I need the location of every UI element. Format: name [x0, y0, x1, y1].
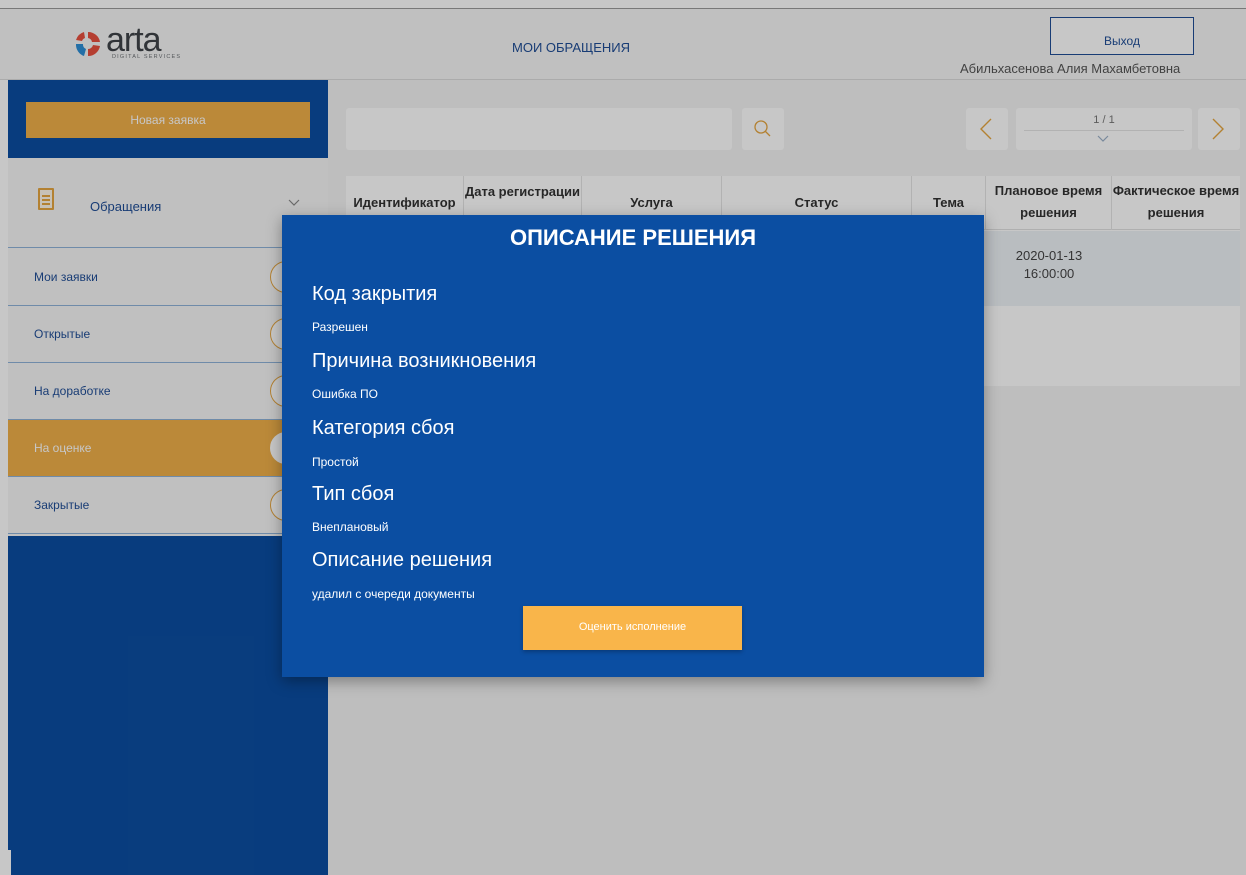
field-label-failure-type: Тип сбоя	[312, 483, 395, 505]
field-value-closure-code: Разрешен	[312, 320, 368, 334]
field-label-cause: Причина возникновения	[312, 350, 537, 372]
solution-description-modal: ОПИСАНИЕ РЕШЕНИЯ Код закрытия Разрешен П…	[282, 215, 984, 677]
field-value-solution: удалил с очереди документы	[312, 587, 475, 601]
field-label-failure-category: Категория сбоя	[312, 417, 455, 439]
field-label-solution: Описание решения	[312, 549, 493, 571]
field-value-failure-type: Внеплановый	[312, 520, 389, 534]
rate-execution-button[interactable]: Оценить исполнение	[523, 606, 742, 650]
field-value-failure-category: Простой	[312, 455, 359, 469]
field-value-cause: Ошибка ПО	[312, 387, 379, 401]
field-label-closure-code: Код закрытия	[312, 283, 438, 305]
app-window: arta DIGITAL SERVICES МОИ ОБРАЩЕНИЯ Выхо…	[0, 0, 1246, 875]
modal-title: ОПИСАНИЕ РЕШЕНИЯ	[509, 225, 757, 250]
